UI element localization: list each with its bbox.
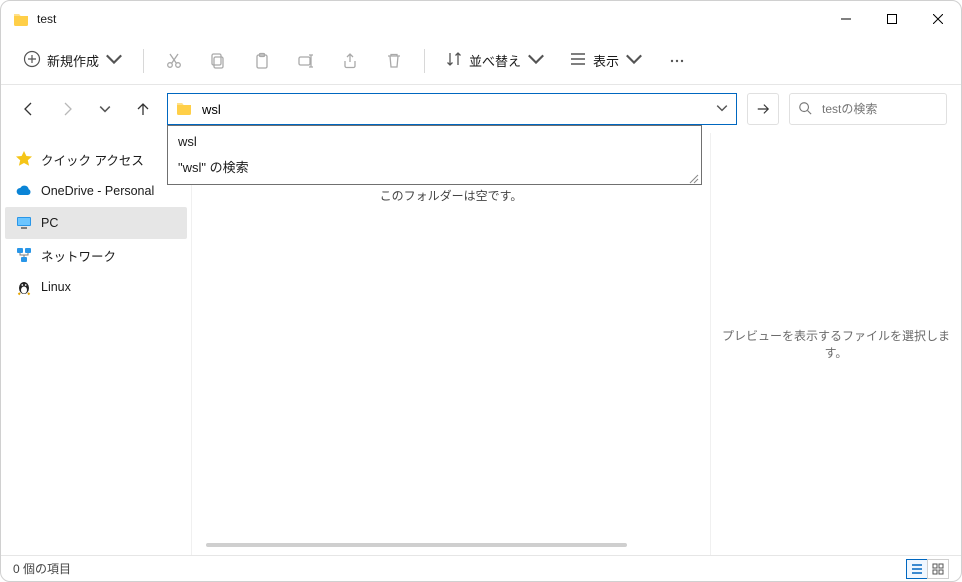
folder-icon	[176, 100, 192, 119]
explorer-window: test 新規作成 並べ替え 表示	[0, 0, 962, 582]
file-list-area[interactable]: このフォルダーは空です。	[204, 137, 698, 539]
minimize-button[interactable]	[823, 1, 869, 37]
content-pane: このフォルダーは空です。	[191, 133, 711, 555]
details-view-button[interactable]	[906, 559, 928, 579]
navitem-label: ネットワーク	[41, 246, 116, 265]
scrollbar-thumb[interactable]	[206, 543, 627, 547]
chevron-down-icon	[105, 50, 123, 71]
more-button[interactable]	[657, 43, 697, 79]
delete-button[interactable]	[374, 43, 414, 79]
folder-icon	[13, 11, 29, 27]
statusbar: 0 個の項目	[1, 555, 961, 581]
window-title: test	[37, 12, 56, 26]
chevron-down-icon[interactable]	[716, 102, 728, 117]
copy-button[interactable]	[198, 43, 238, 79]
command-bar: 新規作成 並べ替え 表示	[1, 37, 961, 85]
thumbnails-view-button[interactable]	[927, 559, 949, 579]
chevron-down-icon	[625, 50, 643, 71]
new-label: 新規作成	[47, 51, 99, 70]
separator	[143, 49, 144, 73]
search-input[interactable]	[820, 101, 938, 117]
share-button[interactable]	[330, 43, 370, 79]
preview-pane: プレビューを表示するファイルを選択します。	[711, 133, 961, 555]
back-button[interactable]	[15, 95, 43, 123]
suggestion-item[interactable]: "wsl" の検索	[168, 153, 701, 180]
rename-button[interactable]	[286, 43, 326, 79]
navitem-quick-access[interactable]: クイック アクセス	[5, 143, 187, 175]
maximize-button[interactable]	[869, 1, 915, 37]
addressbar[interactable]	[167, 93, 737, 125]
titlebar: test	[1, 1, 961, 37]
plus-icon	[23, 50, 41, 71]
navitem-onedrive[interactable]: OneDrive - Personal	[5, 175, 187, 207]
empty-folder-text: このフォルダーは空です。	[380, 187, 523, 204]
address-suggestions: wsl "wsl" の検索	[167, 125, 702, 185]
chevron-down-icon	[527, 50, 545, 71]
new-button[interactable]: 新規作成	[13, 43, 133, 79]
separator	[424, 49, 425, 73]
navigation-row: wsl "wsl" の検索	[1, 85, 961, 133]
paste-button[interactable]	[242, 43, 282, 79]
sort-label: 並べ替え	[469, 51, 521, 70]
navitem-network[interactable]: ネットワーク	[5, 239, 187, 271]
go-button[interactable]	[747, 93, 779, 125]
network-icon	[15, 246, 33, 264]
recent-button[interactable]	[91, 95, 119, 123]
address-input[interactable]	[200, 101, 708, 118]
item-count: 0 個の項目	[13, 560, 71, 577]
cut-button[interactable]	[154, 43, 194, 79]
navigation-pane: クイック アクセス OneDrive - Personal PC ネットワーク …	[1, 133, 191, 555]
cloud-icon	[15, 182, 33, 200]
star-icon	[15, 150, 33, 168]
navitem-label: PC	[41, 216, 58, 230]
navitem-label: OneDrive - Personal	[41, 184, 154, 198]
view-label: 表示	[593, 51, 619, 70]
view-icon	[569, 50, 587, 71]
forward-button[interactable]	[53, 95, 81, 123]
sort-button[interactable]: 並べ替え	[435, 43, 555, 79]
preview-placeholder: プレビューを表示するファイルを選択します。	[721, 327, 951, 361]
navitem-label: Linux	[41, 280, 71, 294]
view-button[interactable]: 表示	[559, 43, 653, 79]
body: クイック アクセス OneDrive - Personal PC ネットワーク …	[1, 133, 961, 555]
sort-icon	[445, 50, 463, 71]
navitem-pc[interactable]: PC	[5, 207, 187, 239]
search-icon	[798, 101, 812, 118]
searchbox[interactable]	[789, 93, 947, 125]
navitem-linux[interactable]: Linux	[5, 271, 187, 303]
horizontal-scrollbar[interactable]	[206, 539, 696, 551]
linux-icon	[15, 278, 33, 296]
addressbar-container: wsl "wsl" の検索	[167, 93, 737, 125]
close-button[interactable]	[915, 1, 961, 37]
resize-grip-icon[interactable]	[687, 172, 699, 184]
pc-icon	[15, 214, 33, 232]
navitem-label: クイック アクセス	[41, 150, 144, 169]
up-button[interactable]	[129, 95, 157, 123]
suggestion-item[interactable]: wsl	[168, 130, 701, 153]
